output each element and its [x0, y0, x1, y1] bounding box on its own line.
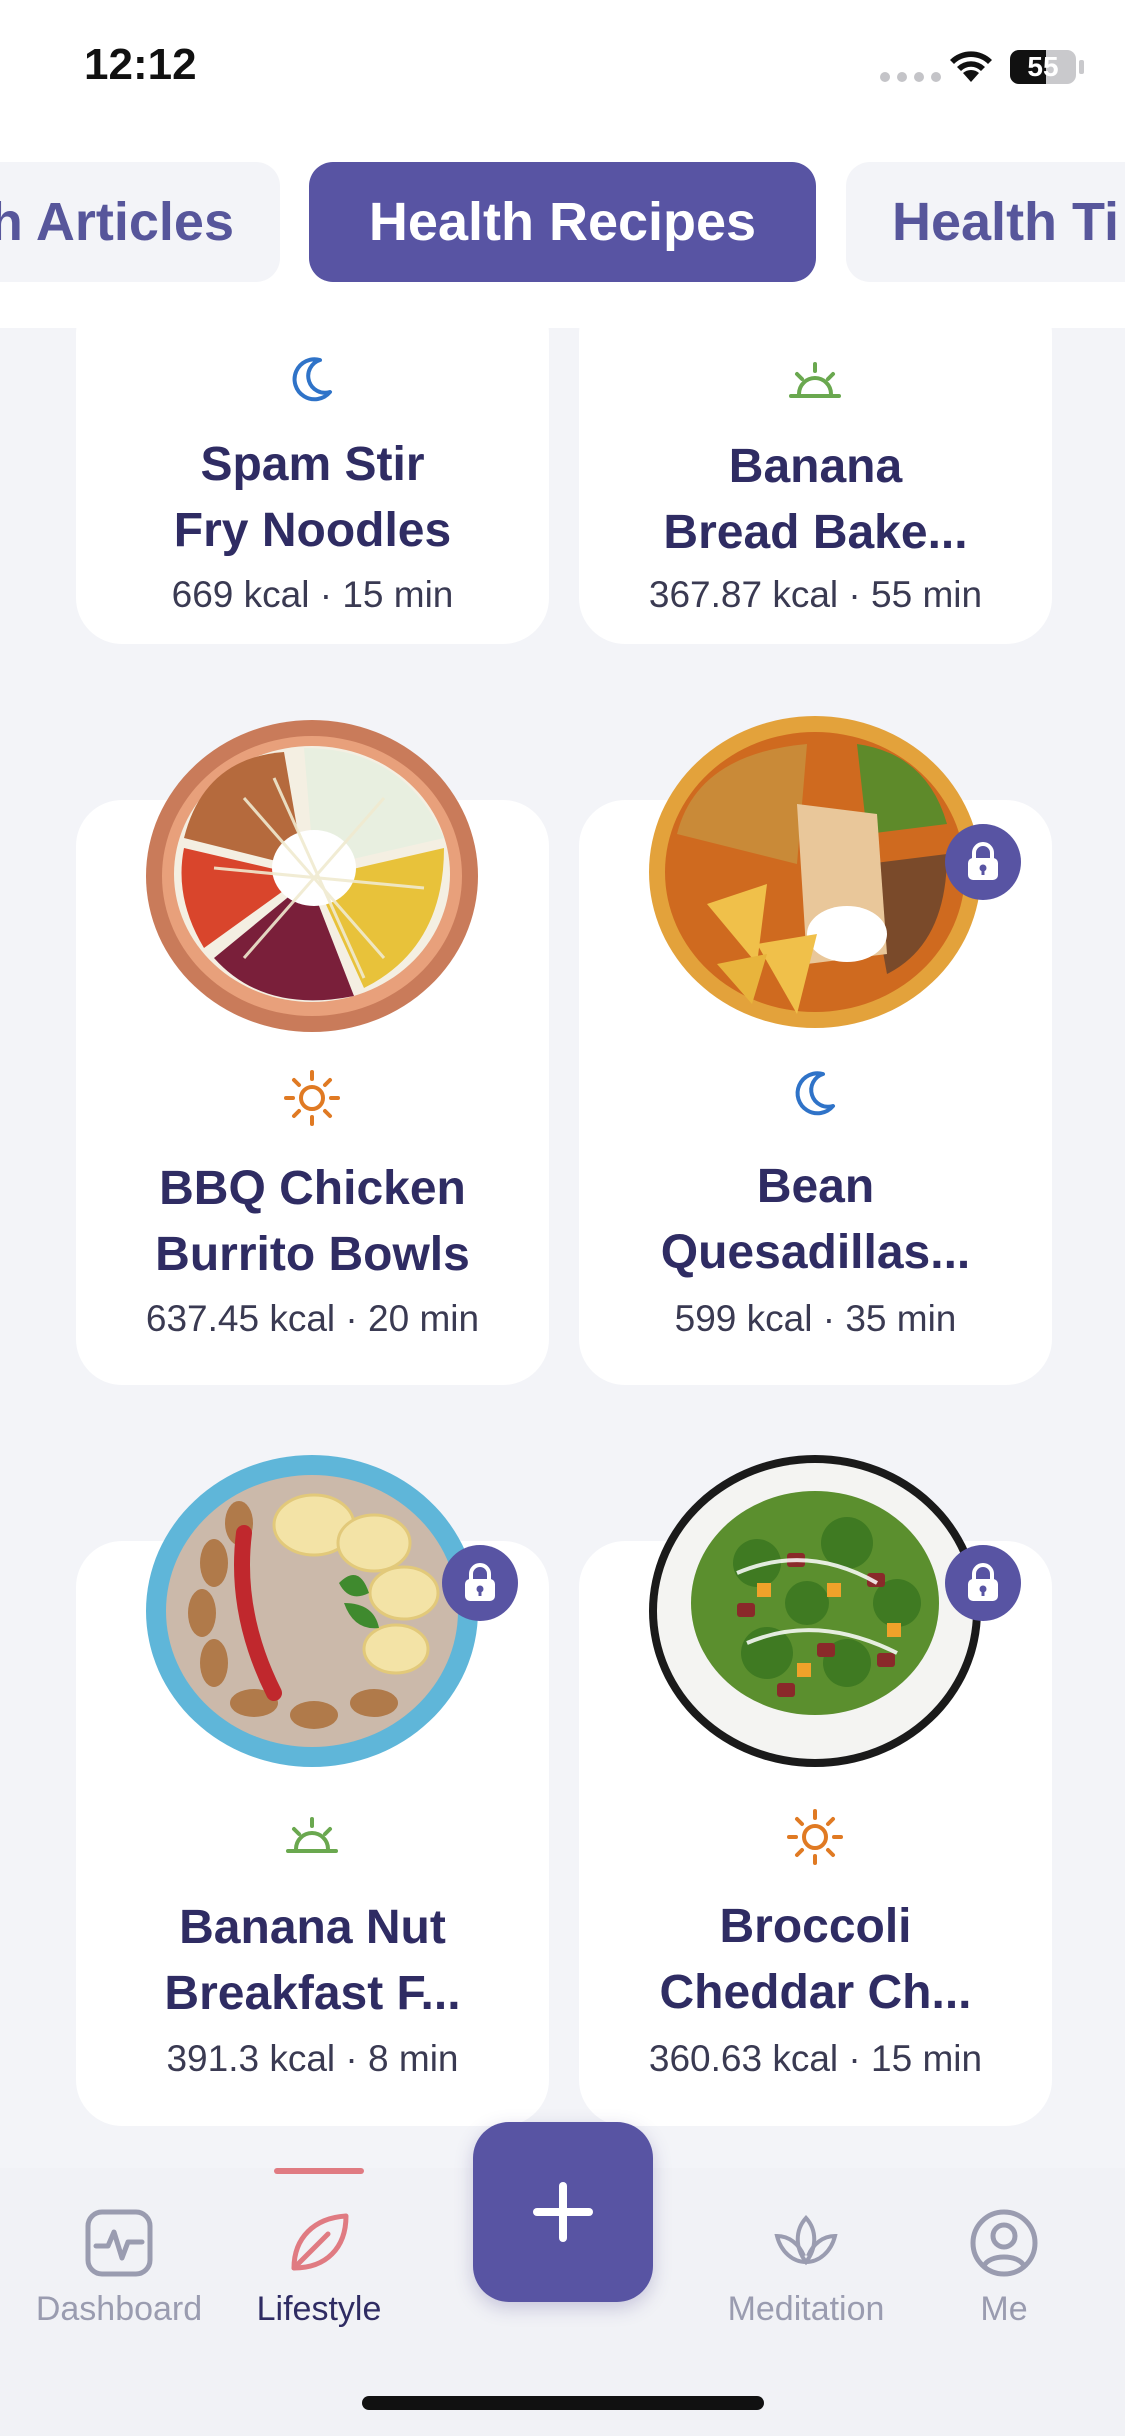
- home-indicator: [362, 2396, 764, 2410]
- sun-icon: [284, 1070, 340, 1126]
- battery-level: 55: [1027, 51, 1059, 82]
- recipe-title: BBQ Chicken Burrito Bowls: [155, 1162, 470, 1281]
- recipe-meta: 669 kcal · 15 min: [171, 574, 454, 615]
- category-tabs: h Articles Health Recipes Health Ti: [0, 140, 1125, 328]
- battery-icon: 55: [1010, 50, 1076, 84]
- recipe-title: Banana Bread Bake...: [663, 440, 968, 559]
- recipe-card-broccoli-cheddar[interactable]: Broccoli Cheddar Ch... 360.63 kcal · 15 m…: [579, 1455, 1052, 2126]
- moon-icon: [292, 357, 332, 402]
- recipe-grid: Spam Stir Fry Noodles 669 kcal · 15 min B…: [0, 328, 1125, 2168]
- lock-icon: [945, 1545, 1021, 1621]
- leaf-icon: [291, 2213, 349, 2271]
- active-tab-indicator: [274, 2168, 364, 2174]
- tab-health-tips[interactable]: Health Ti: [846, 162, 1125, 282]
- tab-health-articles[interactable]: h Articles: [0, 162, 280, 282]
- add-button[interactable]: [473, 2122, 653, 2302]
- status-time: 12:12: [84, 40, 197, 89]
- recipe-title: Bean Quesadillas...: [660, 1160, 971, 1279]
- user-icon: [970, 2209, 1038, 2277]
- recipe-card-bbq-chicken-burrito-bowls[interactable]: BBQ Chicken Burrito Bowls 637.45 kcal · 2…: [76, 720, 549, 1385]
- nav-label: Lifestyle: [256, 2290, 382, 2328]
- recipe-meta: 599 kcal · 35 min: [674, 1298, 957, 1339]
- plus-icon: [533, 2182, 593, 2242]
- oatmeal-bowl-image: [146, 1455, 478, 1767]
- sun-icon: [787, 1809, 843, 1865]
- recipe-meta: 367.87 kcal · 55 min: [648, 574, 983, 615]
- recipe-card-banana-nut-breakfast[interactable]: Banana Nut Breakfast F... 391.3 kcal · 8 …: [76, 1455, 549, 2126]
- tab-health-recipes[interactable]: Health Recipes: [309, 162, 816, 282]
- moon-icon: [795, 1071, 835, 1116]
- recipe-meta: 391.3 kcal · 8 min: [166, 2038, 459, 2079]
- sunrise-icon: [286, 1817, 338, 1853]
- broccoli-salad-image: [649, 1455, 981, 1767]
- lock-icon: [945, 824, 1021, 900]
- lock-icon: [442, 1545, 518, 1621]
- nav-label: Meditation: [727, 2290, 885, 2328]
- sunrise-icon: [789, 362, 841, 398]
- burrito-bowl-image: [146, 720, 478, 1032]
- recipe-card-banana-bread-bake[interactable]: Banana Bread Bake... 367.87 kcal · 55 min: [579, 328, 1052, 644]
- wifi-icon: [950, 51, 992, 82]
- lotus-icon: [774, 2215, 838, 2266]
- recipe-title: Broccoli Cheddar Ch...: [659, 1900, 972, 2019]
- recipe-meta: 637.45 kcal · 20 min: [145, 1298, 480, 1339]
- recipe-title: Banana Nut Breakfast F...: [164, 1901, 461, 2020]
- recipe-card-bean-quesadillas[interactable]: Bean Quesadillas... 599 kcal · 35 min: [579, 716, 1052, 1385]
- recipe-title: Spam Stir Fry Noodles: [173, 438, 452, 557]
- quesadilla-plate-image: [649, 716, 981, 1028]
- recipe-meta: 360.63 kcal · 15 min: [648, 2038, 983, 2079]
- heartbeat-icon: [85, 2209, 153, 2277]
- status-bar: 12:12 55: [0, 0, 1125, 140]
- nav-label: Dashboard: [35, 2290, 203, 2328]
- cellular-signal-icon: [880, 72, 941, 82]
- nav-label: Me: [980, 2290, 1028, 2328]
- recipe-card-spam-stir-fry[interactable]: Spam Stir Fry Noodles 669 kcal · 15 min: [76, 328, 549, 644]
